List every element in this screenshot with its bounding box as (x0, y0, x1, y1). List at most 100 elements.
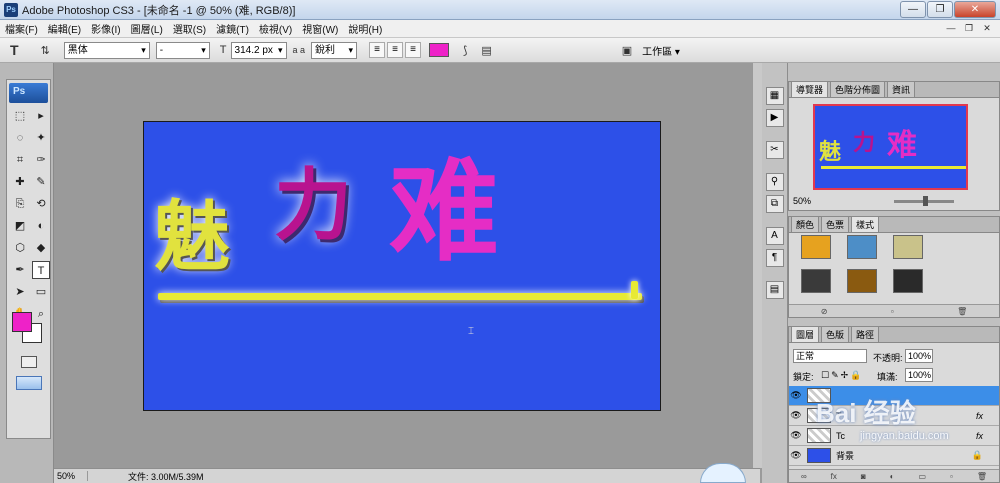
eye-icon[interactable]: 👁 (789, 450, 803, 461)
font-style-select[interactable]: - (155, 41, 210, 59)
eraser-tool-icon[interactable]: ◩ (11, 217, 29, 235)
menu-view[interactable]: 檢視(V) (254, 21, 297, 36)
tab-navigator[interactable]: 導覽器 (791, 81, 829, 97)
blend-mode-select[interactable]: 正常 (793, 349, 867, 363)
screen-mode-button[interactable] (16, 376, 42, 390)
menu-select[interactable]: 選取(S) (168, 21, 211, 36)
text-tool-preset-icon[interactable]: T (10, 42, 19, 58)
font-family-select[interactable]: 黑体 (63, 41, 150, 59)
layer-mask-icon[interactable]: ◙ (861, 472, 866, 481)
eye-icon[interactable]: 👁 (789, 430, 803, 441)
history-icon[interactable]: ▦ (765, 87, 784, 105)
eye-icon[interactable]: 👁 (789, 410, 803, 421)
path-selection-tool-icon[interactable]: ➤ (11, 283, 29, 301)
align-right-button[interactable]: ≡ (405, 42, 422, 58)
shape-tool-icon[interactable]: ▭ (32, 283, 50, 301)
character-icon[interactable]: A (765, 227, 784, 245)
menu-edit[interactable]: 編輯(E) (43, 21, 86, 36)
antialias-select[interactable]: 銳利 (311, 41, 358, 59)
opacity-field[interactable]: 100% (905, 349, 933, 363)
history-brush-tool-icon[interactable]: ⟲ (32, 195, 50, 213)
menu-window[interactable]: 視窗(W) (297, 21, 343, 36)
clear-style-icon[interactable]: ⊘ (821, 307, 828, 316)
tab-styles[interactable]: 樣式 (851, 216, 880, 232)
paragraph-icon[interactable]: ¶ (765, 249, 784, 267)
style-swatch[interactable] (801, 269, 831, 293)
menu-layer[interactable]: 圖層(L) (126, 21, 168, 36)
font-size-select[interactable]: 314.2 px (230, 41, 287, 59)
new-style-icon[interactable]: ▫ (891, 307, 894, 316)
brush-tool-icon[interactable]: ✎ (32, 173, 50, 191)
warp-text-icon[interactable]: ⟆ (463, 44, 467, 57)
workspace-button[interactable]: 工作區 ▾ (642, 43, 680, 58)
marquee-tool-icon[interactable]: ⬚ (11, 107, 29, 125)
style-swatch[interactable] (847, 269, 877, 293)
delete-layer-icon[interactable]: 🗑 (977, 472, 987, 481)
tool-presets-icon[interactable]: ✂ (765, 141, 784, 159)
crop-tool-icon[interactable]: ⌗ (11, 151, 29, 169)
link-layers-icon[interactable]: ∞ (801, 472, 807, 481)
canvas[interactable]: 魅 力 难 ⌶ (143, 121, 661, 411)
brushes-icon[interactable]: ⚲ (765, 173, 784, 191)
style-swatch[interactable] (847, 235, 877, 259)
doc-minimize-button[interactable]: — (944, 22, 958, 35)
type-tool-icon[interactable]: T (32, 261, 50, 279)
tab-histogram[interactable]: 色階分佈圖 (830, 81, 886, 97)
healing-brush-tool-icon[interactable]: ✚ (11, 173, 29, 191)
new-group-icon[interactable]: ▭ (918, 472, 926, 481)
style-swatch[interactable] (893, 235, 923, 259)
menu-help[interactable]: 說明(H) (343, 21, 387, 36)
foreground-color-swatch[interactable] (12, 312, 32, 332)
style-swatch[interactable] (893, 269, 923, 293)
clone-source-icon[interactable]: ⧉ (765, 195, 784, 213)
menu-image[interactable]: 影像(I) (86, 21, 125, 36)
text-color-swatch[interactable] (429, 43, 450, 57)
blur-tool-icon[interactable]: ⬡ (11, 239, 29, 257)
style-swatch[interactable] (801, 235, 831, 259)
tab-color[interactable]: 顏色 (791, 216, 820, 232)
tab-swatches[interactable]: 色票 (821, 216, 850, 232)
fill-field[interactable]: 100% (905, 368, 933, 382)
navigator-zoom-thumb[interactable] (923, 196, 928, 206)
status-zoom[interactable]: 50% (54, 471, 88, 481)
adjustment-layer-icon[interactable]: ◐ (890, 472, 895, 481)
clone-stamp-tool-icon[interactable]: ⎘ (11, 195, 29, 213)
fx-icon[interactable]: fx (976, 411, 983, 421)
move-tool-icon[interactable]: ▸ (32, 107, 50, 125)
delete-style-icon[interactable]: 🗑 (957, 307, 967, 316)
text-orientation-icon[interactable]: ⇅ (41, 44, 50, 57)
zoom-tool-icon[interactable]: ⌕ (32, 305, 50, 323)
tab-layers[interactable]: 圖層 (791, 326, 820, 342)
align-center-button[interactable]: ≡ (387, 42, 404, 58)
layer-row[interactable]: 👁 背景 🔒 (789, 446, 999, 466)
lock-icons[interactable]: ☐✎✢🔒 (821, 370, 863, 381)
vertical-scrollbar[interactable] (752, 63, 762, 468)
navigator-zoom-value[interactable]: 50% (793, 196, 811, 206)
magic-wand-tool-icon[interactable]: ✦ (32, 129, 50, 147)
lasso-tool-icon[interactable]: ◌ (11, 129, 29, 147)
doc-close-button[interactable]: ✕ (980, 22, 994, 35)
actions-icon[interactable]: ▶ (765, 109, 784, 127)
dodge-tool-icon[interactable]: ◆ (32, 239, 50, 257)
new-layer-icon[interactable]: ▫ (950, 472, 953, 481)
bridge-icon[interactable]: ▣ (622, 44, 632, 57)
character-panel-icon[interactable]: ▤ (481, 44, 491, 57)
pen-tool-icon[interactable]: ✒ (11, 261, 29, 279)
navigator-preview[interactable]: 魅 力 难 (813, 104, 968, 190)
doc-restore-button[interactable]: ❐ (962, 22, 976, 35)
tab-channels[interactable]: 色版 (821, 326, 850, 342)
quick-mask-button[interactable] (21, 356, 37, 368)
fx-icon[interactable]: fx (976, 431, 983, 441)
gradient-tool-icon[interactable]: ◐ (32, 217, 50, 235)
tab-paths[interactable]: 路徑 (851, 326, 880, 342)
minimize-button[interactable]: — (900, 1, 926, 18)
tab-info[interactable]: 資訊 (887, 81, 916, 97)
restore-button[interactable]: ❐ (927, 1, 953, 18)
close-button[interactable]: ✕ (954, 1, 996, 18)
menu-file[interactable]: 檔案(F) (0, 21, 43, 36)
layer-comps-icon[interactable]: ▤ (765, 281, 784, 299)
menu-filter[interactable]: 濾鏡(T) (211, 21, 254, 36)
slice-tool-icon[interactable]: ✑ (32, 151, 50, 169)
align-left-button[interactable]: ≡ (369, 42, 386, 58)
eye-icon[interactable]: 👁 (789, 390, 803, 401)
